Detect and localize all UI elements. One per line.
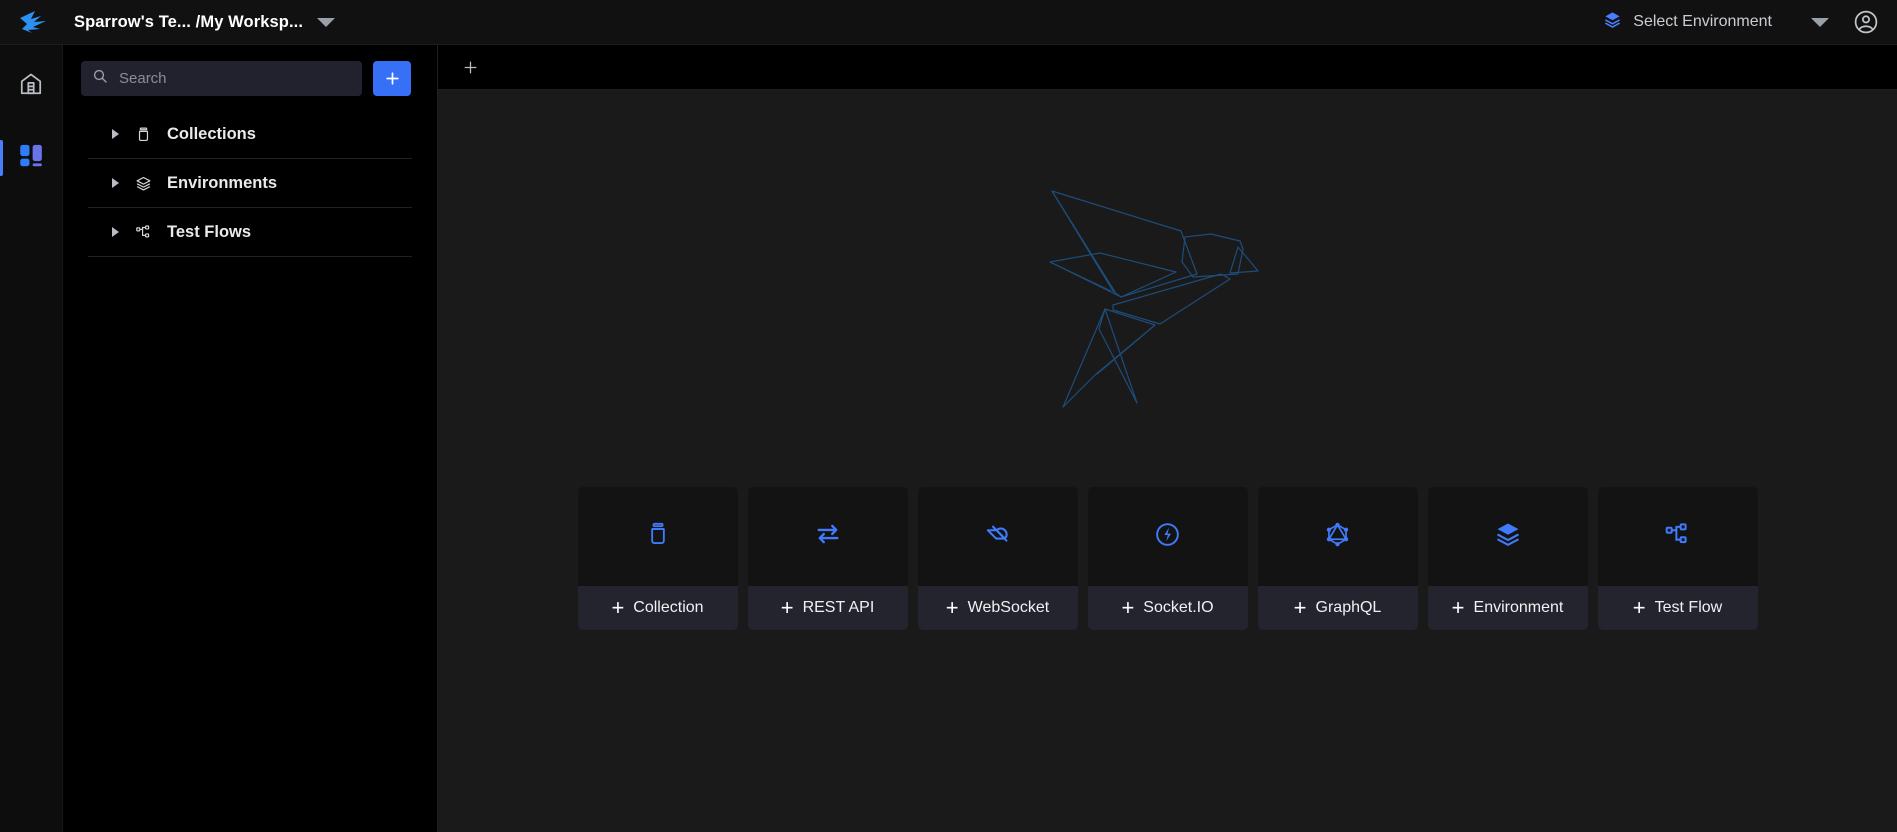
card-icon-area [1088, 487, 1248, 586]
plus-icon: + [945, 595, 959, 620]
card-label: REST API [802, 599, 875, 616]
collection-jar-icon [645, 521, 671, 552]
tab-bar [438, 45, 1897, 90]
plus-icon: + [1451, 595, 1465, 620]
sparrow-bird-outline-illustration [1018, 174, 1318, 429]
workspace-switcher[interactable]: Sparrow's Te... /My Worksp... [66, 12, 336, 32]
search-box[interactable] [81, 61, 362, 96]
create-socketio-card[interactable]: + Socket.IO [1087, 487, 1248, 630]
card-label: Environment [1473, 599, 1564, 616]
plus-icon: + [780, 595, 794, 620]
card-label: Socket.IO [1143, 599, 1214, 616]
card-footer[interactable]: + Socket.IO [1087, 586, 1248, 630]
card-label: Collection [633, 599, 704, 616]
sidebar-item-environments[interactable]: Environments [88, 159, 412, 208]
chevron-down-icon [1811, 17, 1829, 27]
card-label: Test Flow [1654, 599, 1723, 616]
card-footer[interactable]: + REST API [747, 586, 908, 630]
card-icon-area [918, 487, 1078, 586]
card-label: GraphQL [1315, 599, 1382, 616]
chevron-down-icon [317, 17, 336, 27]
create-environment-card[interactable]: + Environment [1427, 487, 1588, 630]
card-footer[interactable]: + Test Flow [1597, 586, 1758, 630]
rest-api-arrows-icon [814, 520, 842, 553]
add-item-button[interactable] [373, 61, 411, 96]
card-footer[interactable]: + Environment [1427, 586, 1588, 630]
sidebar-item-label: Collections [167, 124, 256, 143]
new-tab-button[interactable] [454, 51, 486, 83]
environment-selector[interactable]: Select Environment [1603, 10, 1835, 34]
environment-label: Select Environment [1633, 13, 1772, 30]
flow-nodes-icon [135, 224, 152, 241]
main-area: + Collection + REST API + WebSocket + So… [438, 45, 1897, 832]
sidebar-item-test-flows[interactable]: Test Flows [88, 208, 412, 257]
empty-state-canvas: + Collection + REST API + WebSocket + So… [438, 90, 1897, 832]
websocket-icon [984, 521, 1011, 553]
sidebar-nav-list: Collections Environments Test Flows [63, 110, 437, 257]
collection-jar-icon [135, 126, 152, 143]
card-icon-area [1258, 487, 1418, 586]
app-root: Sparrow's Te... /My Worksp... Select Env… [0, 0, 1897, 832]
sidebar-item-label: Environments [167, 173, 278, 192]
grid-dashboard-icon [18, 142, 45, 174]
layers-icon [135, 175, 152, 192]
search-input[interactable] [119, 70, 351, 87]
plus-icon: + [1293, 595, 1307, 620]
caret-right-icon[interactable] [112, 129, 119, 139]
sidebar-item-collections[interactable]: Collections [88, 110, 412, 159]
layers-icon [1494, 520, 1522, 553]
create-rest-api-card[interactable]: + REST API [747, 487, 908, 630]
workspace-title: Sparrow's Te... /My Worksp... [74, 12, 304, 31]
card-icon-area [1428, 487, 1588, 586]
plus-icon: + [1632, 595, 1646, 620]
create-collection-card[interactable]: + Collection [577, 487, 738, 630]
sidebar-item-label: Test Flows [167, 222, 252, 241]
search-icon [92, 68, 108, 89]
card-footer[interactable]: + Collection [577, 586, 738, 630]
rail-item-workspace[interactable] [0, 133, 63, 183]
socketio-bolt-icon [1154, 521, 1181, 553]
card-footer[interactable]: + GraphQL [1257, 586, 1418, 630]
caret-right-icon[interactable] [112, 178, 119, 188]
sparrow-bird-logo-icon [0, 9, 66, 35]
card-label: WebSocket [967, 599, 1050, 616]
flow-nodes-icon [1664, 521, 1691, 553]
card-footer[interactable]: + WebSocket [917, 586, 1078, 630]
card-icon-area [578, 487, 738, 586]
body-row: Collections Environments [0, 45, 1897, 832]
rail-item-home[interactable] [0, 61, 63, 111]
top-bar: Sparrow's Te... /My Worksp... Select Env… [0, 0, 1897, 45]
sidebar-search-row [63, 45, 437, 110]
layers-icon [1603, 10, 1622, 34]
plus-icon: + [611, 595, 625, 620]
card-icon-area [748, 487, 908, 586]
caret-right-icon[interactable] [112, 227, 119, 237]
create-websocket-card[interactable]: + WebSocket [917, 487, 1078, 630]
account-circle-icon[interactable] [1835, 9, 1897, 35]
left-rail [0, 45, 63, 832]
quick-create-cards: + Collection + REST API + WebSocket + So… [577, 487, 1758, 630]
sidebar: Collections Environments [63, 45, 438, 832]
create-test-flow-card[interactable]: + Test Flow [1597, 487, 1758, 630]
plus-icon: + [1121, 595, 1135, 620]
card-icon-area [1598, 487, 1758, 586]
home-icon [18, 71, 44, 102]
create-graphql-card[interactable]: + GraphQL [1257, 487, 1418, 630]
graphql-icon [1324, 521, 1351, 553]
